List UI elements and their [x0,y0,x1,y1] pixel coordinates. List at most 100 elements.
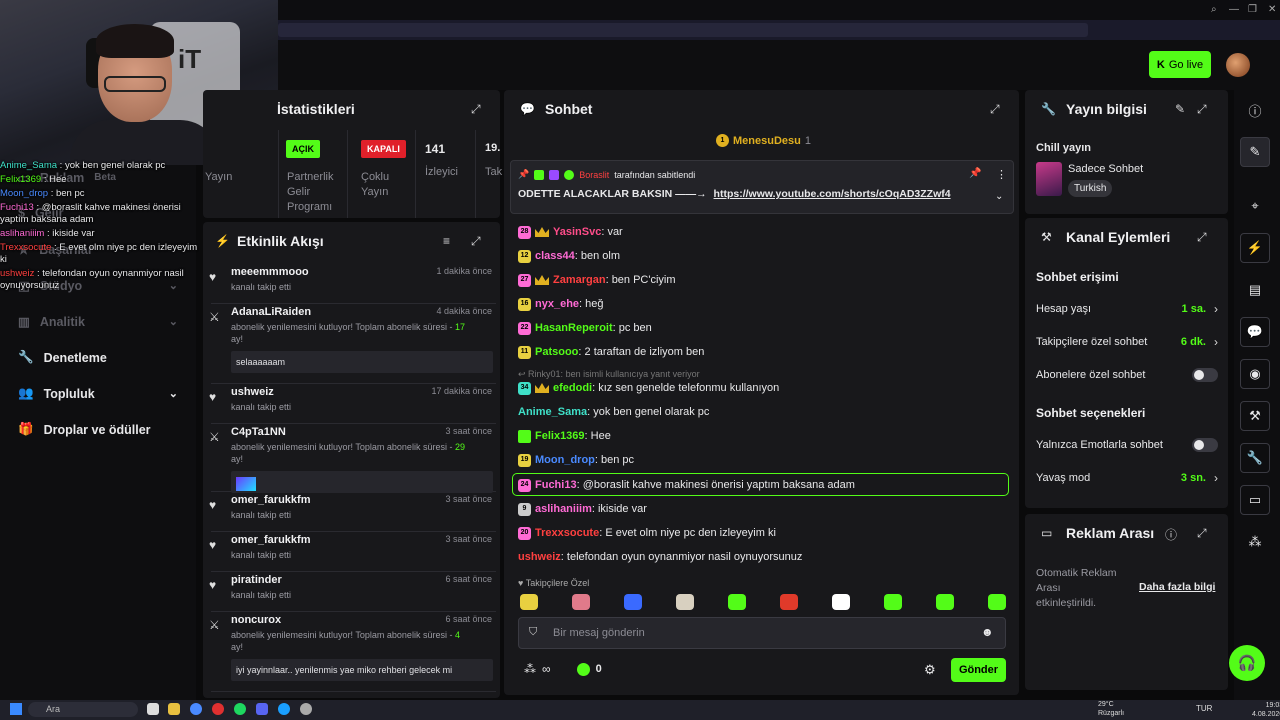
subs-chat-toggle[interactable] [1192,368,1218,382]
send-button[interactable]: Gönder [951,658,1006,682]
chat-username[interactable]: Trexxsocute [535,526,599,540]
emote-icon[interactable] [936,594,954,610]
expand-icon[interactable]: ⤢ [471,234,481,249]
discord-icon[interactable] [256,703,268,715]
filter-icon[interactable]: ≡ [443,234,450,248]
info-icon[interactable]: ⓘ [1165,526,1177,543]
followers-chat-row[interactable]: Takipçilere özel sohbet 6 dk. › [1036,335,1218,349]
chat-message[interactable]: 16 nyx_ehe: heğ [518,297,604,311]
chat-username[interactable]: YasinSvc [553,225,601,239]
chat-message[interactable]: 12 class44: ben olm [518,249,620,263]
minimize-icon[interactable]: — [1229,4,1239,15]
avatar[interactable] [1226,53,1250,77]
chat-bubble-icon[interactable]: 💬 [1240,317,1270,347]
chat-username[interactable]: class44 [535,249,575,263]
emote-icon[interactable] [572,594,590,610]
chat-message[interactable]: Felix1369: Hee [518,429,611,443]
emote-icon[interactable] [884,594,902,610]
emote-icon[interactable] [728,594,746,610]
windows-start-icon[interactable] [10,703,22,715]
emote-icon[interactable] [624,594,642,610]
sidebar-item-community[interactable]: 👥 Topluluk ⌄ [18,386,178,401]
expand-icon[interactable]: ⤢ [471,102,481,117]
gear-icon[interactable]: ⚙ [924,662,936,678]
unpin-icon[interactable]: 📌 [969,168,981,179]
chat-username[interactable]: aslihaniiim [535,502,592,516]
chat-message[interactable]: 27 Zamargan: ben PC'ciyim [518,273,676,287]
go-live-button[interactable]: K Go live [1149,51,1211,78]
chat-input[interactable]: ⛉ Bir mesaj gönderin ☻ [518,617,1006,649]
chat-message[interactable]: ushweiz: telefondan oyun oynanmiyor nasi… [518,550,802,564]
app-icon[interactable] [190,703,202,715]
chat-username[interactable]: Moon_drop [535,453,595,467]
support-headset-icon[interactable]: 🎧 [1229,645,1265,681]
chat-username[interactable]: Fuchi13 [535,478,577,492]
slow-mode-row[interactable]: Yavaş mod 3 sn. › [1036,471,1218,485]
chat-message[interactable]: 9 aslihaniiim: ikiside var [518,502,647,516]
taskbar-search[interactable]: Ara [28,702,138,717]
url-field[interactable] [278,23,1088,37]
language-indicator[interactable]: TUR [1196,704,1212,713]
explorer-icon[interactable] [168,703,180,715]
wrench-icon[interactable]: 🔧 [1240,443,1270,473]
pinned-link[interactable]: https://www.youtube.com/shorts/cOqAD3ZZw… [714,188,951,200]
chat-message[interactable]: 34 efedodi: kız sen genelde telefonmu kul… [518,381,779,395]
chat-message[interactable]: 19 Moon_drop: ben pc [518,453,634,467]
chat-username[interactable]: nyx_ehe [535,297,579,311]
expand-icon[interactable]: ⤢ [1197,526,1207,541]
sidebar-item-drops[interactable]: 🎁 Droplar ve ödüller [18,422,178,437]
sidebar-item-analytics[interactable]: ▥ Analitik ⌄ [18,314,178,330]
chat-username[interactable]: Patsooo [535,345,578,359]
emote-icon[interactable] [988,594,1006,610]
more-icon[interactable]: ⋮ [996,168,1007,181]
clock[interactable]: 19:03 4.08.2026 [1252,701,1280,719]
broadcast-icon[interactable]: ◉ [1240,359,1270,389]
steam-icon[interactable] [278,703,290,715]
emote-icon[interactable] [676,594,694,610]
chat-message[interactable]: 28 YasinSvc: var [518,225,623,239]
maximize-icon[interactable]: ❐ [1248,4,1257,15]
emote-icon[interactable] [832,594,850,610]
bolt-icon[interactable]: ⚡ [1240,233,1270,263]
learn-more-link[interactable]: Daha fazla bilgi [1139,581,1215,593]
expand-icon[interactable]: ⤢ [1197,102,1207,117]
expand-icon[interactable]: ⤢ [990,102,1000,117]
weather-widget[interactable]: 29°C Rüzgarlı [1098,700,1124,718]
pinned-message[interactable]: 📌 Boraslit tarafından sabitlendi 📌 ⋮ ODE… [510,160,1014,214]
chat-message[interactable]: 11 Patsooo: 2 taraftan de izliyom ben [518,345,704,359]
taskview-icon[interactable] [147,703,159,715]
activity-item-body: AdanaLiRaiden abonelik yenilemesini kutlu… [231,306,493,373]
chat-username[interactable]: Anime_Sama [518,405,587,419]
window-icon[interactable]: ▭ [1240,485,1270,515]
emote-icon[interactable] [780,594,798,610]
chat-message[interactable]: Anime_Sama: yok ben genel olarak pc [518,405,709,419]
chevron-down-icon[interactable]: ⌄ [995,191,1003,202]
chat-message[interactable]: 20 Trexxsocute: E evet olm niye pc den iz… [518,526,776,540]
account-age-row[interactable]: Hesap yaşı 1 sa. › [1036,302,1218,316]
users-icon: ⁂ [524,662,536,676]
chat-username[interactable]: HasanReperoit [535,321,613,335]
edit-icon[interactable]: ✎ [1175,102,1185,116]
chat-username[interactable]: ushweiz [518,550,561,564]
users-icon[interactable]: ⁂ [1240,527,1270,557]
emote-icon[interactable] [520,594,538,610]
close-icon[interactable]: ✕ [1268,4,1276,15]
search-icon[interactable]: ⌕ [1211,4,1217,15]
emoji-icon[interactable]: ☻ [981,625,994,639]
obs-icon[interactable] [300,703,312,715]
chat-username[interactable]: Zamargan [553,273,606,287]
spotify-icon[interactable] [234,703,246,715]
browser-icon[interactable] [212,703,224,715]
target-icon[interactable]: ⌖ [1240,191,1270,221]
info-icon[interactable]: ⓘ [1240,95,1270,125]
edit-icon[interactable]: ✎ [1240,137,1270,167]
chat-message[interactable]: 22 HasanReperoit: pc ben [518,321,652,335]
toolbox-icon[interactable]: ⚒ [1240,401,1270,431]
chat-username[interactable]: Felix1369 [535,429,585,443]
chat-username[interactable]: efedodi [553,381,592,395]
sidebar-item-moderation[interactable]: 🔧 Denetleme [18,350,178,365]
chat-message[interactable]: 24 Fuchi13: @boraslit kahve makinesi öner… [518,478,855,492]
emote-only-toggle[interactable] [1192,438,1218,452]
document-icon[interactable]: ▤ [1240,275,1270,305]
expand-icon[interactable]: ⤢ [1197,230,1207,245]
